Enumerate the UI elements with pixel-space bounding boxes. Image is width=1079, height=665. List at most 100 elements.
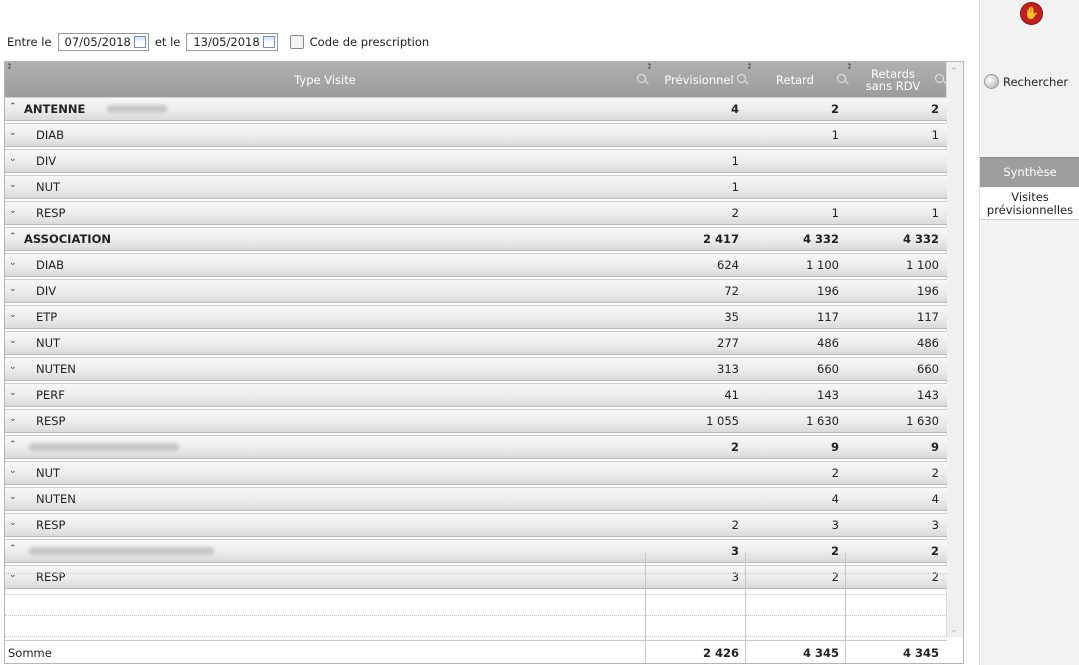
cell-prev: 1 055 [706,414,739,428]
table-row[interactable]: ⌄ NUTEN 4 4 [5,487,947,511]
cell-retard: 1 [831,128,839,142]
table-row[interactable]: ⌄ ETP 35 117 117 [5,305,947,329]
side-panel: ✋ Rechercher Synthèse Visites prévisionn… [979,0,1079,665]
table-row[interactable]: ⌄ NUT 277 486 486 [5,331,947,355]
cell-prev: 35 [724,310,739,324]
expand-icon[interactable]: ⌄ [9,518,17,528]
col-type-visite[interactable]: Type Visite [5,62,645,97]
cell-sans: 1 630 [906,414,939,428]
cell-prev: 4 [730,102,739,116]
date-to-field[interactable]: 13/05/2018 [186,33,278,51]
tab-synthese[interactable]: Synthèse [980,157,1079,187]
expand-icon[interactable]: ⌄ [9,128,17,138]
search-button[interactable]: Rechercher [984,74,1068,89]
cell-retard: 9 [830,440,839,454]
expand-icon[interactable]: ⌄ [9,336,17,346]
empty-row [5,574,947,595]
col-previsionnel[interactable]: Prévisionnel [649,62,749,97]
table-row[interactable]: ⌄ RESP 2 1 1 [5,201,947,225]
vertical-scrollbar[interactable]: ⌃ ⌄ [946,62,963,637]
cell-prev: 2 [731,206,739,220]
collapse-icon[interactable]: ⌃ [9,440,17,450]
cell-prev: 72 [724,284,739,298]
row-label: RESP [36,518,66,532]
cell-sans: 1 [931,128,939,142]
expand-icon[interactable]: ⌄ [9,310,17,320]
expand-icon[interactable]: ⌄ [9,414,17,424]
grid-header: ↕ Type Visite ↕ Prévisionnel ↕ Retard ↕ … [5,62,947,97]
collapse-icon[interactable]: ⌃ [9,232,17,242]
cell-retard: 3 [831,518,839,532]
calendar-icon[interactable] [133,36,146,48]
row-label: ASSOCIATION [24,232,111,246]
cell-sans: 660 [917,362,939,376]
cell-sans: 1 100 [906,258,939,272]
table-row[interactable]: ⌄ NUTEN 313 660 660 [5,357,947,381]
prescription-checkbox[interactable] [289,35,304,49]
expand-icon[interactable]: ⌄ [9,206,17,216]
expand-icon[interactable]: ⌄ [9,466,17,476]
empty-row [5,616,947,637]
expand-icon[interactable]: ⌄ [9,180,17,190]
scroll-down-icon[interactable]: ⌄ [950,626,958,635]
cell-retard: 486 [817,336,839,350]
cell-prev: 2 417 [702,232,739,246]
cell-prev: 2 [731,518,739,532]
collapse-icon[interactable]: ⌃ [9,102,17,112]
cell-sans: 9 [930,440,939,454]
grid-footer: Somme 2 426 4 345 4 345 [5,640,947,665]
scroll-up-icon[interactable]: ⌃ [950,68,958,77]
table-row[interactable]: ⌄ PERF 41 143 143 [5,383,947,407]
row-label: NUTEN [36,492,76,506]
table-row[interactable]: ⌄ DIAB 624 1 100 1 100 [5,253,947,277]
table-row[interactable]: ⌄ DIV 72 196 196 [5,279,947,303]
cell-prev: 41 [724,388,739,402]
col-retards-sans-rdv[interactable]: Retards sans RDV [849,62,937,97]
cell-retard: 1 100 [806,258,839,272]
tab-visites-previsionnelles[interactable]: Visites prévisionnelles [980,188,1079,220]
table-row[interactable]: ⌄ NUT 1 [5,175,947,199]
table-row[interactable]: ⌄ DIAB 1 1 [5,123,947,147]
table-row[interactable]: ⌄ RESP 2 3 3 [5,513,947,537]
column-filter-icon[interactable] [737,74,746,83]
date-filter: Entre le 07/05/2018 et le 13/05/2018 Cod… [7,33,429,51]
group-row[interactable]: ⌃ ANTENNE 4 2 2 [5,97,947,121]
column-filter-icon[interactable] [637,74,646,83]
column-filter-icon[interactable] [935,74,944,83]
row-label: DIAB [36,128,65,142]
row-label: NUT [36,336,61,350]
calendar-icon[interactable] [262,36,275,48]
cell-retard: 4 [831,492,839,506]
expand-icon[interactable]: ⌄ [9,154,17,164]
cell-retard: 1 630 [806,414,839,428]
row-label: DIAB [36,258,65,272]
expand-icon[interactable]: ⌄ [9,362,17,372]
cell-retard: 196 [817,284,839,298]
group-row[interactable]: ⌃ 2 9 9 [5,435,947,459]
cell-sans: 4 [931,492,939,506]
stop-hand-icon[interactable]: ✋ [1020,2,1043,25]
column-filter-icon[interactable] [837,74,846,83]
cell-sans: 143 [917,388,939,402]
row-label: ETP [36,310,58,324]
table-row[interactable]: ⌄ DIV 1 [5,149,947,173]
expand-icon[interactable]: ⌄ [9,492,17,502]
cell-retard: 143 [817,388,839,402]
table-row[interactable]: ⌄ NUT 2 2 [5,461,947,485]
expand-icon[interactable]: ⌄ [9,388,17,398]
cell-retard: 2 [831,466,839,480]
col-retard[interactable]: Retard [749,62,841,97]
expand-icon[interactable]: ⌄ [9,258,17,268]
row-label: DIV [36,154,57,168]
cell-retard: 2 [830,102,839,116]
synthesis-grid: ↕ Type Visite ↕ Prévisionnel ↕ Retard ↕ … [4,61,964,664]
row-label: NUTEN [36,362,76,376]
expand-icon[interactable]: ⌄ [9,284,17,294]
table-row[interactable]: ⌄ RESP 1 055 1 630 1 630 [5,409,947,433]
grid-body: ⌃ ANTENNE 4 2 2 ⌄ DIAB 1 1 ⌄ DIV 1 ⌄ NUT 1 ⌄ RESP 2 1 1 ⌃ ASS… [5,97,947,591]
empty-row [5,595,947,616]
group-row[interactable]: ⌃ ASSOCIATION 2 417 4 332 4 332 [5,227,947,251]
cell-sans: 2 [931,466,939,480]
date-from-field[interactable]: 07/05/2018 [57,33,149,51]
footer-retards-sans-rdv: 4 345 [902,646,939,660]
